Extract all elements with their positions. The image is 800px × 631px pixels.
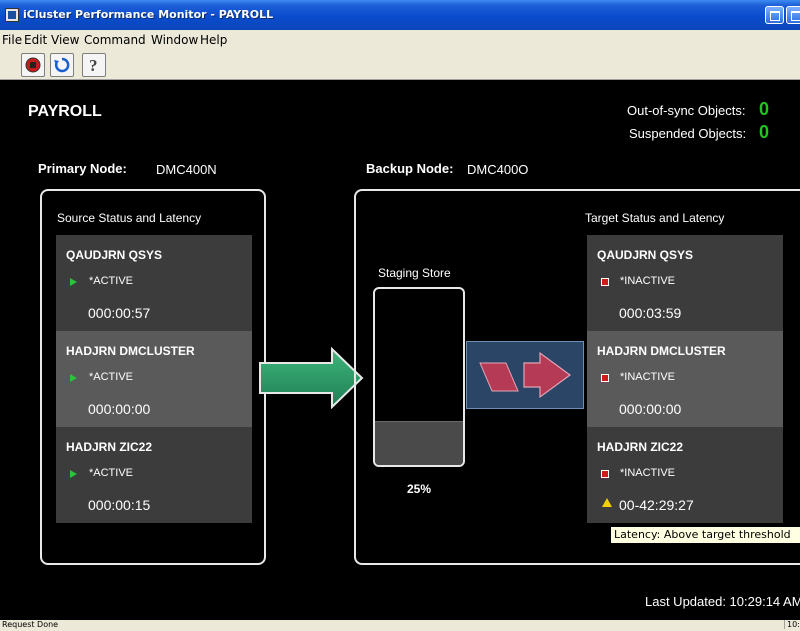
inactive-status-icon xyxy=(601,374,609,382)
menu-command[interactable]: Command xyxy=(84,33,146,47)
inactive-status-icon xyxy=(601,470,609,478)
system-name: PAYROLL xyxy=(28,103,102,120)
restore-button[interactable] xyxy=(765,6,784,24)
journal-status: *INACTIVE xyxy=(620,275,676,287)
journal-latency: 000:00:15 xyxy=(88,497,151,513)
help-icon: ? xyxy=(89,56,98,74)
staging-store-gauge[interactable] xyxy=(373,287,465,467)
staging-store-fill xyxy=(375,421,463,465)
active-status-icon xyxy=(70,374,77,382)
staging-store-percent: 25% xyxy=(407,482,432,496)
journal-name: HADJRN ZIC22 xyxy=(597,440,684,454)
window-title: iCluster Performance Monitor - PAYROLL xyxy=(23,8,274,21)
out-of-sync-label: Out-of-sync Objects: xyxy=(627,103,746,118)
staging-store-title: Staging Store xyxy=(378,266,451,280)
app-icon xyxy=(5,8,19,22)
menu-view[interactable]: View xyxy=(51,33,79,47)
journal-name: QAUDJRN QSYS xyxy=(597,248,694,262)
journal-latency: 000:03:59 xyxy=(619,305,682,321)
replication-flow-arrow-icon xyxy=(259,347,364,409)
journal-latency: 00-42:29:27 xyxy=(619,497,694,513)
suspended-label: Suspended Objects: xyxy=(629,126,747,141)
journal-name: HADJRN DMCLUSTER xyxy=(597,344,726,358)
last-updated: Last Updated: 10:29:14 AM xyxy=(645,594,800,609)
stop-button[interactable] xyxy=(21,53,45,77)
target-journal-2[interactable]: HADJRN DMCLUSTER *INACTIVE 000:00:00 xyxy=(587,331,783,427)
status-text: Request Done xyxy=(2,620,59,629)
journal-status: *ACTIVE xyxy=(89,371,134,383)
target-journal-1[interactable]: QAUDJRN QSYS *INACTIVE 000:03:59 xyxy=(587,235,783,331)
app-window: iCluster Performance Monitor - PAYROLL F… xyxy=(0,0,800,631)
journal-status: *ACTIVE xyxy=(89,467,134,479)
refresh-icon xyxy=(54,57,70,73)
primary-node-label: Primary Node: xyxy=(38,161,127,176)
journal-latency: 000:00:00 xyxy=(88,401,151,417)
journal-status: *INACTIVE xyxy=(620,467,676,479)
maximize-button[interactable] xyxy=(786,6,800,24)
status-clock: 10:29 xyxy=(784,620,800,629)
status-bar: Request Done 10:29 xyxy=(0,620,800,631)
suspended-value: 0 xyxy=(759,122,770,142)
active-status-icon xyxy=(70,470,77,478)
title-bar[interactable]: iCluster Performance Monitor - PAYROLL xyxy=(0,0,800,30)
backup-node-label: Backup Node: xyxy=(366,161,454,176)
out-of-sync-value: 0 xyxy=(759,99,770,119)
source-journal-1[interactable]: QAUDJRN QSYS *ACTIVE 000:00:57 xyxy=(56,235,252,331)
menu-edit[interactable]: Edit xyxy=(24,33,47,47)
menu-bar: File Edit View Command Window Help xyxy=(0,30,800,50)
source-journal-3[interactable]: HADJRN ZIC22 *ACTIVE 000:00:15 xyxy=(56,427,252,523)
stop-icon xyxy=(25,57,41,73)
target-journal-3[interactable]: HADJRN ZIC22 *INACTIVE 00-42:29:27 xyxy=(587,427,783,523)
inactive-status-icon xyxy=(601,278,609,286)
journal-latency: 000:00:57 xyxy=(88,305,151,321)
monitor-panel: PAYROLL Out-of-sync Objects: 0 Suspended… xyxy=(0,81,800,620)
menu-file[interactable]: File xyxy=(2,33,22,47)
target-section-title: Target Status and Latency xyxy=(585,211,725,225)
svg-text:?: ? xyxy=(89,56,98,74)
apply-process-icon xyxy=(466,341,584,409)
toolbar: ? xyxy=(0,50,800,80)
source-section-title: Source Status and Latency xyxy=(57,211,202,225)
journal-latency: 000:00:00 xyxy=(619,401,682,417)
refresh-button[interactable] xyxy=(50,53,74,77)
menu-window[interactable]: Window xyxy=(151,33,198,47)
primary-node-box: Source Status and Latency QAUDJRN QSYS *… xyxy=(40,189,266,565)
menu-help[interactable]: Help xyxy=(200,33,227,47)
journal-name: HADJRN DMCLUSTER xyxy=(66,344,195,358)
backup-node-name: DMC400O xyxy=(467,162,529,177)
active-status-icon xyxy=(70,278,77,286)
journal-status: *INACTIVE xyxy=(620,371,676,383)
journal-name: QAUDJRN QSYS xyxy=(66,248,163,262)
journal-status: *ACTIVE xyxy=(89,275,134,287)
source-journal-2[interactable]: HADJRN DMCLUSTER *ACTIVE 000:00:00 xyxy=(56,331,252,427)
latency-tooltip: Latency: Above target threshold xyxy=(610,526,800,544)
primary-node-name: DMC400N xyxy=(156,162,217,177)
warning-icon xyxy=(602,498,612,507)
journal-name: HADJRN ZIC22 xyxy=(66,440,153,454)
help-button[interactable]: ? xyxy=(82,53,106,77)
